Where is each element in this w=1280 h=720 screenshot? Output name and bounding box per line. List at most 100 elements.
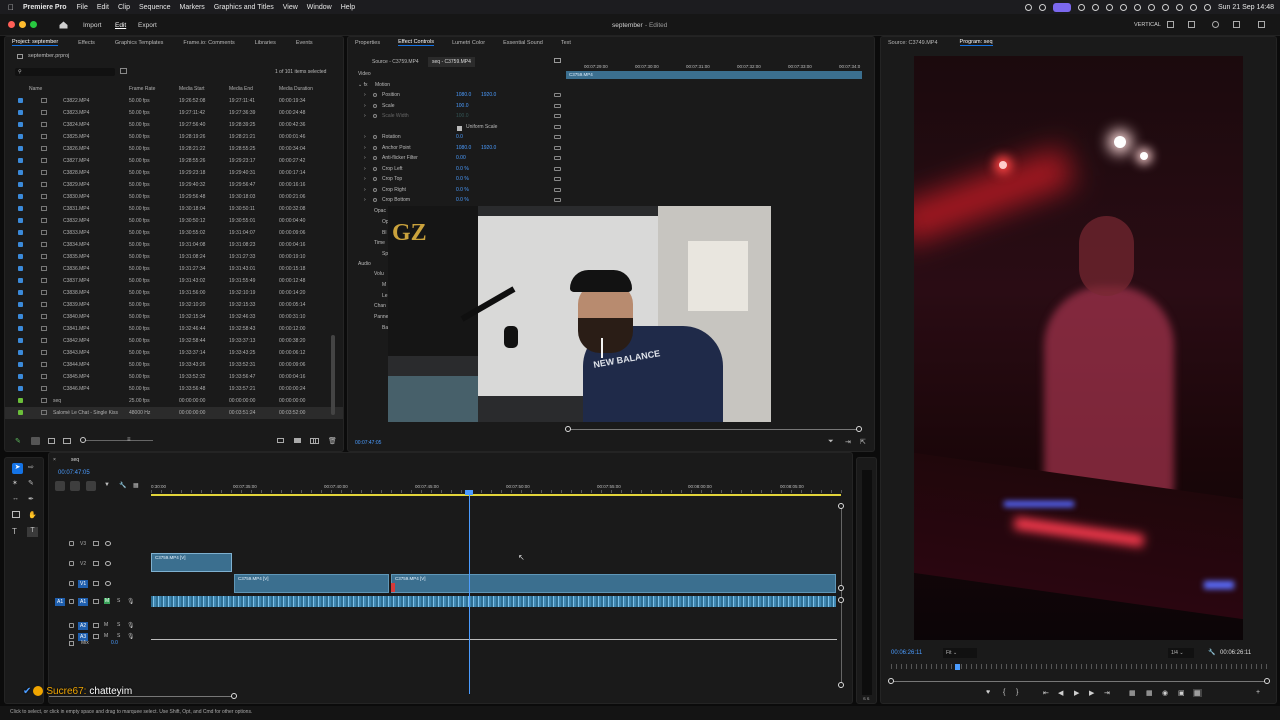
mic-icon[interactable]: 🎙 xyxy=(127,598,135,605)
reset-icon[interactable] xyxy=(554,156,561,160)
go-to-out-icon[interactable]: ⇥ xyxy=(1104,689,1110,697)
project-row[interactable]: C3829.MP4 50.00 fps 19:29:40:32 19:29:56:47… xyxy=(5,179,343,191)
step-back-icon[interactable]: ◀ xyxy=(1058,689,1063,697)
chevron-right-icon[interactable]: › xyxy=(364,176,366,182)
track-sync-icon[interactable] xyxy=(93,561,99,566)
timeline-timecode[interactable]: 00:07:47:05 xyxy=(58,470,90,476)
export-icon[interactable]: ⇥ xyxy=(845,438,851,446)
project-row[interactable]: C3844.MP4 50.00 fps 19:33:43:26 19:33:52:31… xyxy=(5,359,343,371)
eye-icon[interactable] xyxy=(105,541,111,546)
stopwatch-icon[interactable] xyxy=(373,135,377,139)
solo-button[interactable]: S xyxy=(117,598,120,604)
label-swatch[interactable] xyxy=(18,278,23,283)
chevron-right-icon[interactable]: › xyxy=(364,166,366,172)
zoom-slider-handle[interactable] xyxy=(80,437,86,443)
mark-out-icon[interactable]: } xyxy=(1016,689,1018,696)
clock-icon[interactable] xyxy=(1133,3,1141,11)
source-patch-a1[interactable]: A1 xyxy=(55,598,66,606)
fit-dropdown[interactable]: Fit ⌄ xyxy=(943,648,977,658)
work-area-bar[interactable] xyxy=(151,494,841,496)
program-timecode[interactable]: 00:06:26:11 xyxy=(891,650,922,656)
project-row[interactable]: C3823.MP4 50.00 fps 19:27:11:42 19:27:36:39… xyxy=(5,107,343,119)
ec-clip-bar[interactable]: C3759.MP4 xyxy=(566,71,862,79)
chevron-right-icon[interactable]: › xyxy=(364,113,366,119)
tab-essential-sound[interactable]: Essential Sound xyxy=(503,40,543,46)
reset-icon[interactable] xyxy=(554,93,561,97)
label-swatch[interactable] xyxy=(18,158,23,163)
label-swatch[interactable] xyxy=(18,206,23,211)
menu-window[interactable]: Window xyxy=(307,4,332,11)
eye-icon[interactable] xyxy=(105,581,111,586)
screen-share-icon[interactable] xyxy=(1052,2,1071,12)
track-label[interactable]: V2 xyxy=(78,560,88,568)
scroll-handle-top[interactable] xyxy=(838,503,844,509)
col-media-start[interactable]: Media Start xyxy=(179,86,205,92)
hand-icon[interactable]: ✋ xyxy=(28,511,37,519)
col-media-duration[interactable]: Media Duration xyxy=(279,86,313,92)
project-row[interactable]: C3827.MP4 50.00 fps 19:28:55:26 19:29:23:17… xyxy=(5,155,343,167)
track-label[interactable]: A2 xyxy=(78,622,89,630)
effect-prop-value[interactable]: 0.0 % xyxy=(456,176,469,182)
project-row[interactable]: C3836.MP4 50.00 fps 19:31:27:34 19:31:43:01… xyxy=(5,263,343,275)
menu-markers[interactable]: Markers xyxy=(180,4,205,11)
menu-graphics[interactable]: Graphics and Titles xyxy=(214,4,274,11)
mix-lock-icon[interactable] xyxy=(69,641,74,646)
play-button[interactable]: ▶ xyxy=(1074,689,1079,697)
uniform-scale-checkbox[interactable] xyxy=(457,126,462,131)
track-select-icon[interactable]: ⇨ xyxy=(28,463,34,471)
rectangle-icon[interactable] xyxy=(12,511,20,518)
project-row[interactable]: C3840.MP4 50.00 fps 19:32:15:34 19:32:46:33… xyxy=(5,311,343,323)
track-sync-icon[interactable] xyxy=(93,541,99,546)
label-swatch[interactable] xyxy=(18,254,23,259)
label-swatch[interactable] xyxy=(18,302,23,307)
resolution-dropdown[interactable]: 1/4 ⌄ xyxy=(1168,648,1194,658)
vertical-type-icon[interactable]: T xyxy=(27,527,38,537)
audio-clip-a1[interactable] xyxy=(151,596,836,607)
menu-file[interactable]: File xyxy=(77,4,88,11)
scroll-handle-mid[interactable] xyxy=(838,585,844,591)
program-video[interactable] xyxy=(914,56,1243,640)
menu-help[interactable]: Help xyxy=(341,4,355,11)
find-icon[interactable] xyxy=(294,438,301,443)
project-row[interactable]: C3831.MP4 50.00 fps 19:30:18:04 19:30:50:11… xyxy=(5,203,343,215)
col-media-end[interactable]: Media End xyxy=(229,86,253,92)
label-swatch[interactable] xyxy=(18,146,23,151)
project-row[interactable]: C3825.MP4 50.00 fps 19:28:19:26 19:28:21:21… xyxy=(5,131,343,143)
clip-v2[interactable]: C3759.MP4 [V] xyxy=(151,553,232,572)
add-marker-icon[interactable]: ▼ xyxy=(104,482,110,488)
close-window-button[interactable] xyxy=(8,21,15,28)
program-zoom-bar[interactable] xyxy=(891,681,1267,682)
track-sync-icon[interactable] xyxy=(93,634,99,639)
tab-effect-controls[interactable]: Effect Controls xyxy=(398,39,435,46)
new-bin-icon[interactable] xyxy=(120,68,127,74)
trash-icon[interactable]: 🗑 xyxy=(328,437,337,445)
tab-events[interactable]: Events xyxy=(296,40,313,46)
chevron-right-icon[interactable]: › xyxy=(364,197,366,203)
project-row[interactable]: C3842.MP4 50.00 fps 19:32:58:44 19:33:37:13… xyxy=(5,335,343,347)
track-label[interactable]: A1 xyxy=(78,598,89,606)
zoom-slider[interactable] xyxy=(83,440,153,441)
tab-export[interactable]: Export xyxy=(138,22,157,29)
effect-prop-value[interactable]: 100.0 xyxy=(456,103,469,109)
selection-tool-icon[interactable]: ➤ xyxy=(12,463,23,474)
go-to-in-icon[interactable]: ⇤ xyxy=(1043,689,1049,697)
insert-icon[interactable]: ▦ xyxy=(1129,689,1136,697)
label-swatch[interactable] xyxy=(18,374,23,379)
label-swatch[interactable] xyxy=(18,134,23,139)
reset-icon[interactable] xyxy=(554,177,561,181)
lock-icon[interactable] xyxy=(69,561,74,566)
wifi-icon[interactable] xyxy=(1161,3,1169,11)
tab-lumetri-color[interactable]: Lumetri Color xyxy=(452,40,485,46)
new-item-icon[interactable] xyxy=(313,438,319,444)
tab-effects[interactable]: Effects xyxy=(78,40,95,46)
nest-icon[interactable] xyxy=(55,481,65,491)
zoom-window-button[interactable] xyxy=(30,21,37,28)
stopwatch-icon[interactable] xyxy=(373,156,377,160)
lock-icon[interactable] xyxy=(69,599,74,604)
clip-toggle-icon[interactable] xyxy=(554,58,561,63)
project-row[interactable]: C3843.MP4 50.00 fps 19:33:37:14 19:33:43:25… xyxy=(5,347,343,359)
tab-frameio[interactable]: Frame.io: Comments xyxy=(183,40,234,46)
chevron-right-icon[interactable]: › xyxy=(364,145,366,151)
col-frame-rate[interactable]: Frame Rate xyxy=(129,86,155,92)
apple-icon[interactable]:  xyxy=(8,3,14,12)
